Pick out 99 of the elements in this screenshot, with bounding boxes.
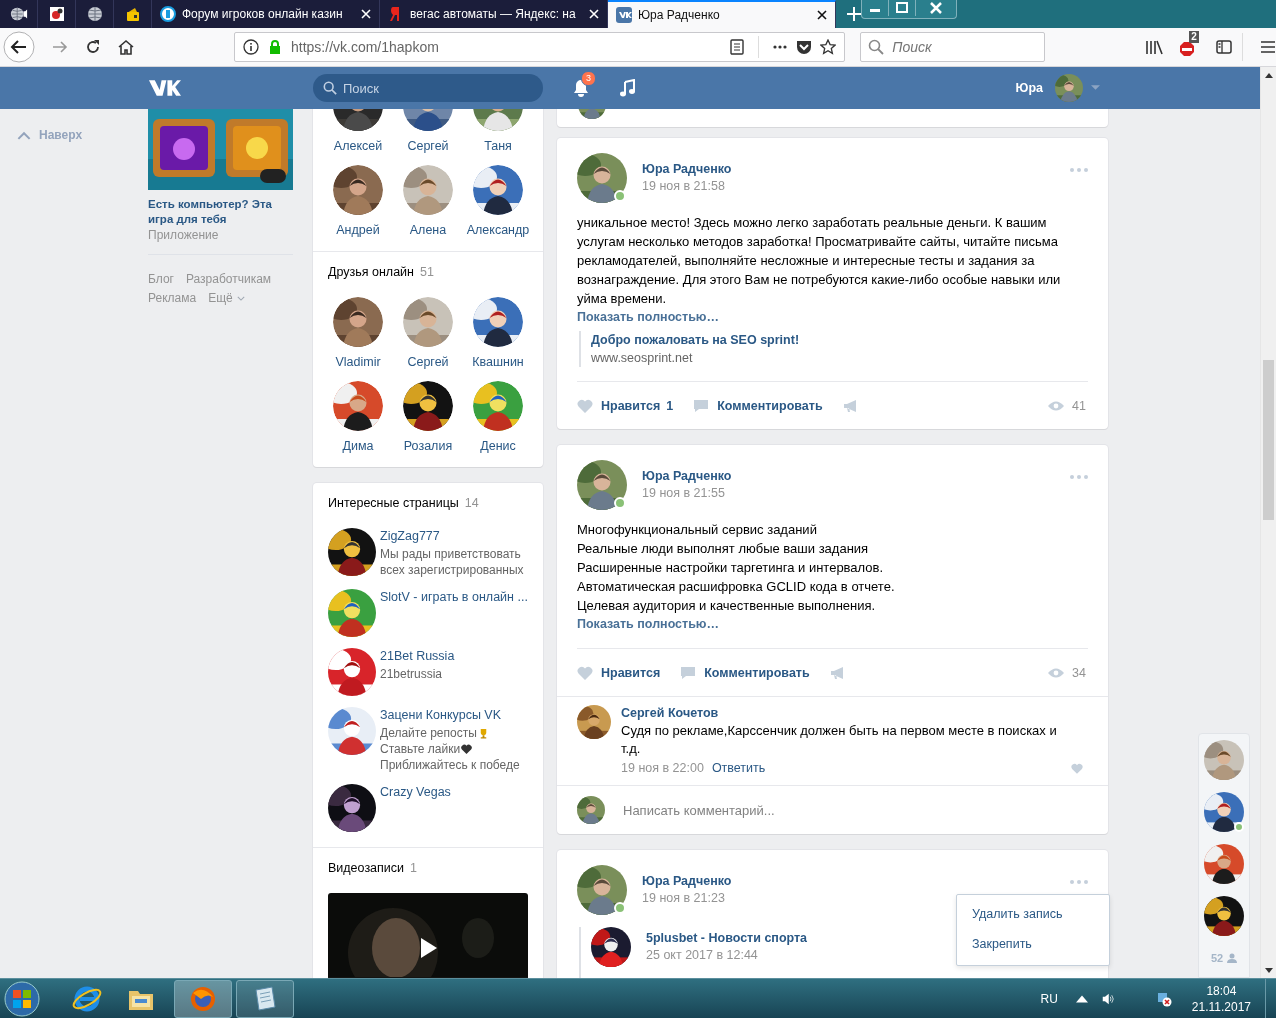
reader-icon[interactable] [729,39,746,55]
section-title: Видеозаписи [328,860,405,876]
friend-name[interactable]: Дима [342,438,374,454]
friend-name[interactable]: Розалия [403,438,453,454]
page-name[interactable]: ZigZag777 [380,528,528,544]
comment-button[interactable]: Комментировать [680,665,810,680]
comment-author[interactable]: Сергей Кочетов [621,705,1088,722]
page-name[interactable]: Зацени Конкурсы VK [380,707,528,723]
browser-tab[interactable]: Юра Радченко [608,0,836,28]
like-button[interactable]: Нравится 1 [577,398,674,413]
search-icon [868,39,885,55]
heart-icon [461,743,473,755]
comment-text: Судя по рекламе,Карссенчик должен быть на первом месте в поисках и т.д. [621,722,1058,758]
star-icon[interactable] [820,39,837,55]
post-text: Многофункциональный сервис заданий Реальные люди выполнят любые ваши задания Расширенные настройки таргетинга и интервалов. Автоматическая расшифровка GCLID кода в отчете. Целевая аудитория и качественные выполнения. [577,521,896,615]
friend-name[interactable]: Таня [484,138,512,154]
author-name[interactable]: Юра Радченко [642,161,1070,178]
comment-button[interactable]: Комментировать [693,398,823,413]
network-icon[interactable] [1155,990,1172,1007]
friend-name[interactable]: Андрей [336,222,380,238]
library-icon[interactable] [1145,39,1164,55]
stop-sign-icon[interactable] [1179,41,1196,57]
pocket-icon[interactable] [796,39,813,55]
page-description: Приближайтесь к победе [380,757,520,773]
ad-caption: Приложение [148,227,220,243]
friend-name[interactable]: Сергей [407,354,449,370]
menu-item[interactable]: Закрепить [957,929,1109,959]
search-field[interactable]: Поиск [313,74,543,102]
link-title[interactable]: Добро пожаловать на SEO sprint! [591,331,1088,349]
search-field[interactable]: Поиск [860,32,1046,62]
like-button[interactable]: Нравится [577,665,661,680]
scrollbar[interactable] [1260,67,1276,978]
author-name[interactable]: Юра Радченко [642,468,1070,485]
section-title: Интересные страницы [328,495,459,511]
page-name[interactable]: 21Bet Russia [380,648,528,664]
globe-icon[interactable] [85,6,104,22]
forward-icon[interactable] [52,39,68,55]
friend-name[interactable]: Алексей [333,138,383,154]
notification-badge: 3 [581,71,596,86]
show-more-link[interactable]: Показать полностью… [577,308,1088,327]
friend-name[interactable]: Vladimir [335,354,381,370]
close-icon[interactable] [817,10,827,20]
page-description: Ставьте лайки [380,741,461,757]
friend-name[interactable]: Денис [480,438,516,454]
eye-icon [1048,667,1065,678]
bell-icon[interactable] [572,79,590,97]
view-count: 41 [1072,398,1086,413]
friend-name[interactable]: Алена [409,222,447,238]
menu-icon[interactable] [1260,39,1276,55]
show-more-link[interactable]: Показать полностью… [577,615,1088,634]
search-icon [323,81,337,95]
friend-name[interactable]: Квашнин [472,354,524,370]
back-button[interactable] [3,31,35,63]
page-description: Делайте репосты [380,725,477,741]
start-button[interactable] [4,980,40,1017]
comment-field[interactable]: Написать комментарий... [621,801,1088,819]
view-count: 34 [1072,665,1086,680]
info-icon[interactable] [243,39,259,55]
link-url: www.seosprint.net [591,350,694,367]
browser-tab[interactable]: Форум игроков онлайн казин [152,0,380,28]
speaker-icon[interactable] [1101,992,1114,1005]
home-icon[interactable] [118,39,134,55]
user-name[interactable]: Юра [1015,81,1043,95]
app-icon[interactable] [47,6,66,22]
person-icon [1227,953,1238,963]
music-icon[interactable] [619,79,635,97]
section-title: Друзья онлайн [328,264,414,280]
clock-date[interactable]: 21.11.2017 [1191,998,1251,1015]
logo-icon[interactable] [148,78,181,98]
clock-time[interactable]: 18:04 [1206,982,1237,999]
social-logo-icon [616,7,632,23]
reply-link[interactable]: Ответить [711,759,766,777]
page-name[interactable]: SlotV - играть в онлайн ... [380,589,528,605]
author-name[interactable]: Юра Радченко [642,873,1070,890]
count-label: 1 [410,860,417,876]
scroll-up-icon[interactable] [1264,72,1273,78]
page-description: Мы рады приветствовать всех зарегистрированных [380,546,525,578]
count-label: 51 [420,264,434,280]
friend-name[interactable]: Александр [466,222,530,238]
page-name[interactable]: Crazy Vegas [380,784,528,800]
new-tab-icon[interactable] [847,7,861,21]
lock-icon [267,39,283,55]
scrollbar-thumb[interactable] [1263,360,1274,520]
post-text: уникальное место! Здесь можно легко заработать реальные деньги. К вашим услугам несколько методов заработка! Просматривайте сайты, читайте письма рекламодателей, выполняйте несложные и интересные тесты и задания за вознаграждение. Для этого Вам не потребуются какие-либо особые навыки или уйма времени. [577,214,1062,308]
sidebar-icon[interactable] [1216,39,1232,55]
friend-name[interactable]: Сергей [407,138,449,154]
menu-item[interactable]: Удалить запись [957,899,1109,929]
count-badge: 2 [1189,31,1199,43]
address-field[interactable]: https://vk.com/1hapkom [234,32,846,62]
language-indicator[interactable]: RU [1040,991,1058,1006]
globe-icon[interactable] [9,6,28,22]
circle-logo-icon [160,6,176,22]
count-label: 14 [464,495,479,511]
reload-icon[interactable] [85,39,101,55]
ad-title[interactable]: Есть компьютер? Эта игра для тебя [148,197,293,227]
scroll-down-icon[interactable] [1264,967,1273,973]
page-description: 21betrussia [380,666,443,682]
eye-icon [1048,400,1065,411]
browser-tab[interactable]: вегас автоматы — Яндекс: на [380,0,608,28]
